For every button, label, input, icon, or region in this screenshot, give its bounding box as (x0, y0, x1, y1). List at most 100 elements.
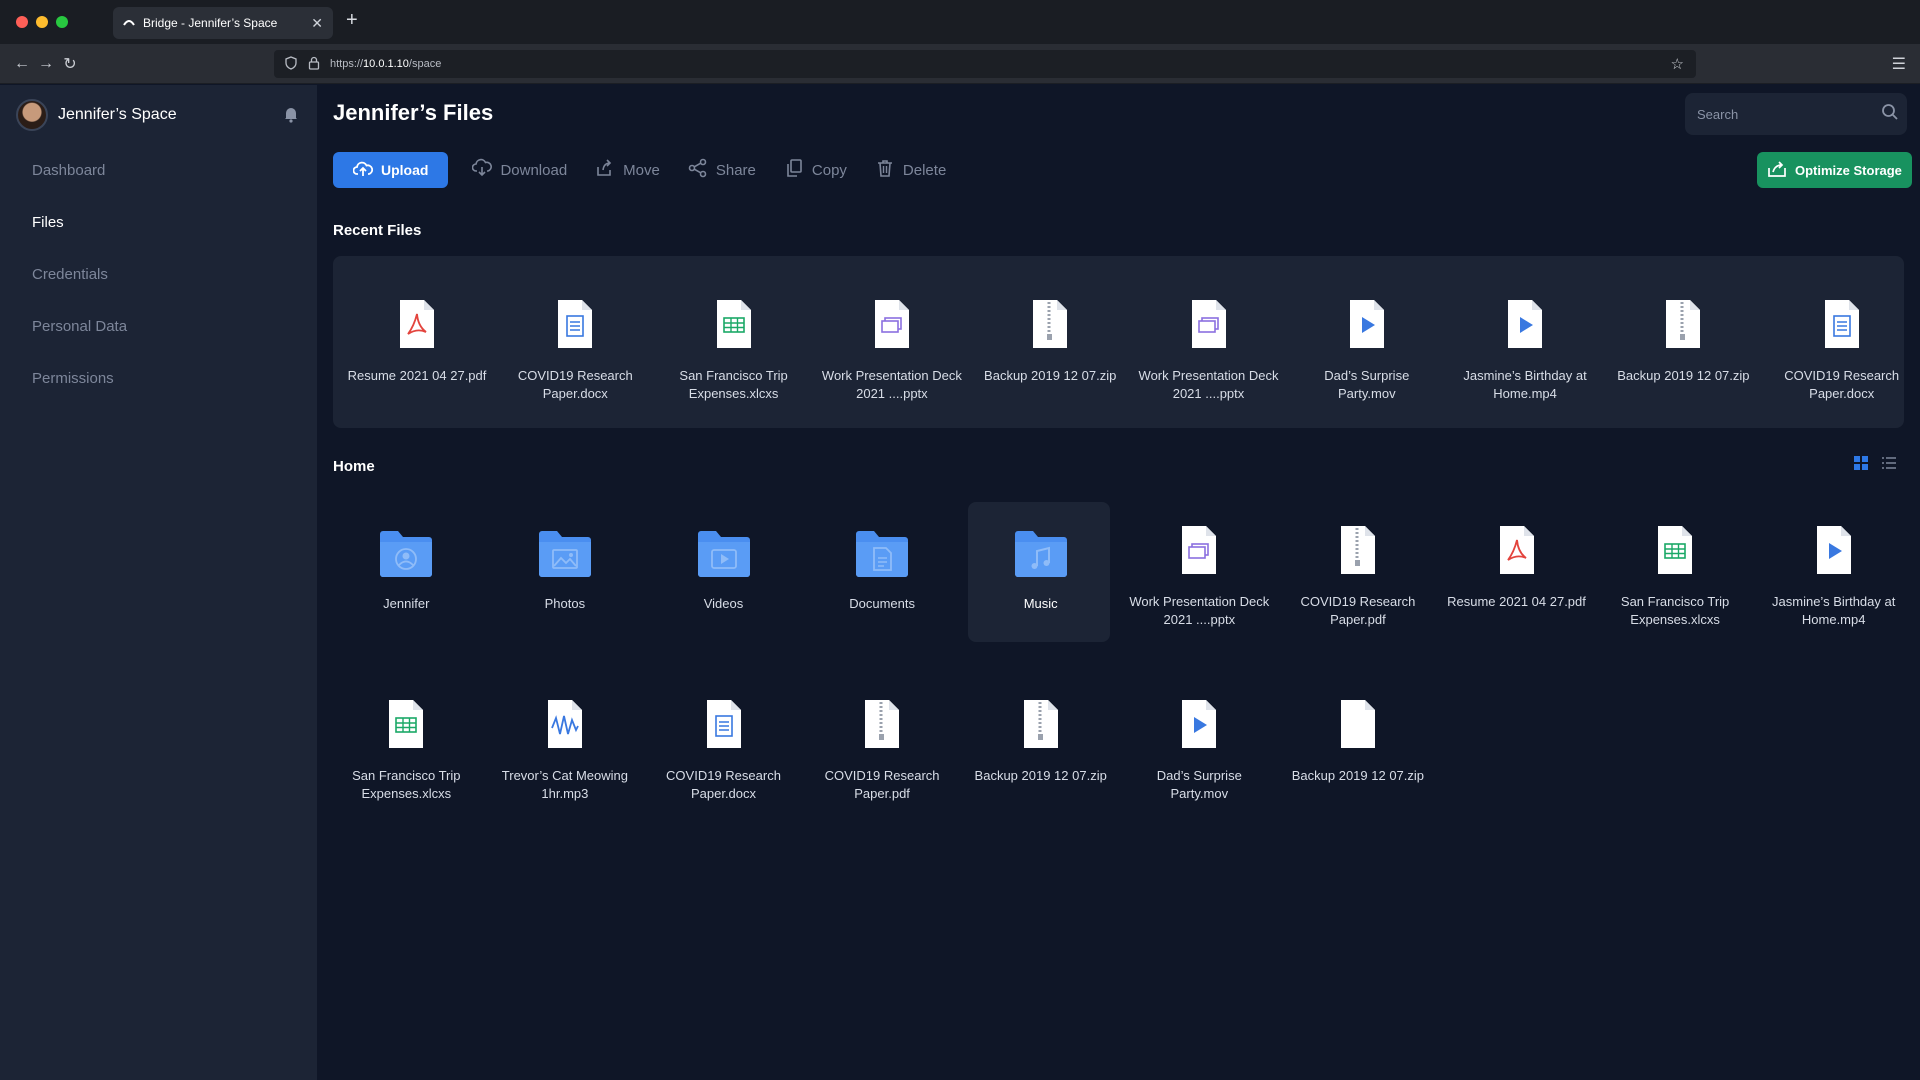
tab-title: Bridge - Jennifer’s Space (143, 16, 278, 30)
file-name: Backup 2019 12 07.zip (1291, 768, 1425, 783)
file-item[interactable]: Backup 2019 12 07.zip (1285, 698, 1431, 785)
back-icon[interactable]: ← (12, 54, 32, 74)
file-item[interactable]: COVID19 Research Paper.docx (502, 298, 648, 403)
file-name: COVID19 Research Paper.pdf (1300, 594, 1416, 627)
minimize-window-button[interactable] (36, 16, 48, 28)
sidebar-item-files[interactable]: Files (32, 214, 64, 231)
file-name: San Francisco Trip Expenses.xlcxs (352, 768, 461, 801)
delete-button[interactable]: Delete (871, 152, 950, 188)
file-name: Dad’s Surprise Party.mov (1324, 368, 1410, 401)
share-button[interactable]: Share (684, 152, 760, 188)
file-item[interactable]: Jasmine’s Birthday at Home.mp4 (1452, 298, 1598, 403)
folder-item[interactable]: Music (968, 528, 1114, 613)
documents-folder-icon (854, 528, 910, 583)
file-item[interactable]: Jasmine’s Birthday at Home.mp4 (1761, 524, 1907, 629)
file-item[interactable]: Resume 2021 04 27.pdf (344, 298, 490, 385)
spreadsheet-file-icon (1656, 524, 1694, 581)
search-box[interactable] (1685, 93, 1907, 135)
file-item[interactable]: San Francisco Trip Expenses.xlcxs (333, 698, 479, 803)
forward-icon[interactable]: → (36, 54, 56, 74)
grid-view-icon[interactable] (1854, 456, 1868, 475)
main-content: Jennifer’s Files Upload Download Move (317, 85, 1920, 1080)
share-icon (688, 158, 708, 182)
sidebar: Jennifer’s Space Dashboard Files Credent… (0, 85, 317, 1080)
bridge-logo-icon (123, 16, 135, 31)
move-label: Move (623, 161, 660, 179)
maximize-window-button[interactable] (56, 16, 68, 28)
file-name: Jasmine’s Birthday at Home.mp4 (1772, 594, 1896, 627)
file-item[interactable]: COVID19 Research Paper.docx (651, 698, 797, 803)
reload-icon[interactable]: ↻ (60, 54, 80, 74)
file-item[interactable]: Dad’s Surprise Party.mov (1126, 698, 1272, 803)
sidebar-item-personal-data[interactable]: Personal Data (32, 318, 127, 335)
file-item[interactable]: San Francisco Trip Expenses.xlcxs (661, 298, 807, 403)
file-item[interactable]: Work Presentation Deck 2021 ....pptx (1136, 298, 1282, 403)
folder-item[interactable]: Documents (809, 528, 955, 613)
file-item[interactable]: COVID19 Research Paper.pdf (1285, 524, 1431, 629)
sidebar-item-dashboard[interactable]: Dashboard (32, 162, 105, 179)
bookmark-star-icon[interactable]: ☆ (1671, 55, 1684, 73)
upload-button[interactable]: Upload (333, 152, 449, 188)
zip-archive-icon (863, 698, 901, 755)
videos-folder-icon (696, 528, 752, 583)
bell-icon[interactable] (282, 105, 300, 123)
close-tab-icon[interactable]: ✕ (311, 15, 323, 32)
file-name: Videos (703, 596, 744, 611)
file-item[interactable]: San Francisco Trip Expenses.xlcxs (1602, 524, 1748, 629)
file-item[interactable]: Backup 2019 12 07.zip (1610, 298, 1756, 385)
file-name: Backup 2019 12 07.zip (1617, 368, 1750, 383)
zip-archive-icon (1664, 298, 1702, 355)
file-item[interactable]: Work Presentation Deck 2021 ....pptx (819, 298, 965, 403)
file-name: San Francisco Trip Expenses.xlcxs (1620, 594, 1730, 627)
file-name: Backup 2019 12 07.zip (984, 368, 1117, 383)
file-name: Resume 2021 04 27.pdf (347, 368, 487, 383)
document-file-icon (705, 698, 743, 755)
move-button[interactable]: Move (591, 152, 664, 188)
file-item[interactable]: Work Presentation Deck 2021 ....pptx (1126, 524, 1272, 629)
blank-file-icon (1339, 698, 1377, 755)
file-name: Jennifer (383, 596, 430, 611)
search-icon[interactable] (1881, 103, 1899, 126)
browser-navbar: ← → ↻ https://10.0.1.10/space ☆ ☰ (0, 44, 1920, 84)
copy-button[interactable]: Copy (780, 152, 851, 188)
file-item[interactable]: Trevor’s Cat Meowing 1hr.mp3 (492, 698, 638, 803)
sidebar-item-permissions[interactable]: Permissions (32, 370, 114, 387)
folder-item[interactable]: Videos (651, 528, 797, 613)
view-toggle (1854, 456, 1896, 475)
browser-tab[interactable]: Bridge - Jennifer’s Space ✕ (113, 7, 333, 39)
profile[interactable]: Jennifer’s Space (16, 99, 177, 131)
profile-name: Jennifer’s Space (58, 106, 177, 123)
new-tab-icon[interactable]: + (346, 9, 358, 32)
address-bar[interactable]: https://10.0.1.10/space ☆ (274, 50, 1696, 78)
home-heading: Home (333, 458, 375, 475)
copy-label: Copy (811, 161, 847, 179)
hamburger-menu-icon[interactable]: ☰ (1892, 54, 1906, 74)
file-name: COVID19 Research Paper.pdf (824, 768, 940, 801)
file-item[interactable]: Backup 2019 12 07.zip (968, 698, 1114, 785)
file-item[interactable]: Resume 2021 04 27.pdf (1444, 524, 1590, 611)
file-name: Dad’s Surprise Party.mov (1156, 768, 1242, 801)
folder-item[interactable]: Jennifer (333, 528, 479, 613)
download-button[interactable]: Download (468, 152, 571, 188)
file-name: Photos (544, 596, 586, 611)
file-name: Jasmine’s Birthday at Home.mp4 (1463, 368, 1587, 401)
file-item[interactable]: COVID19 Research Paper.pdf (809, 698, 955, 803)
upload-label: Upload (381, 162, 429, 178)
file-item[interactable]: COVID19 Research Paper.docx (1769, 298, 1915, 403)
file-item[interactable]: Dad’s Surprise Party.mov (1294, 298, 1440, 403)
folder-item[interactable]: Photos (492, 528, 638, 613)
zip-archive-icon (1031, 298, 1069, 355)
search-input[interactable] (1697, 106, 1873, 122)
file-name: Resume 2021 04 27.pdf (1447, 594, 1586, 609)
optimize-storage-button[interactable]: Optimize Storage (1757, 152, 1912, 188)
optimize-storage-label: Optimize Storage (1795, 162, 1902, 178)
file-item[interactable]: Backup 2019 12 07.zip (977, 298, 1123, 385)
move-icon (595, 158, 615, 182)
download-label: Download (500, 161, 568, 179)
list-view-icon[interactable] (1882, 456, 1896, 475)
page-title: Jennifer’s Files (333, 100, 494, 125)
sidebar-item-credentials[interactable]: Credentials (32, 266, 108, 283)
video-file-icon (1180, 698, 1218, 755)
video-file-icon (1348, 298, 1386, 355)
close-window-button[interactable] (16, 16, 28, 28)
